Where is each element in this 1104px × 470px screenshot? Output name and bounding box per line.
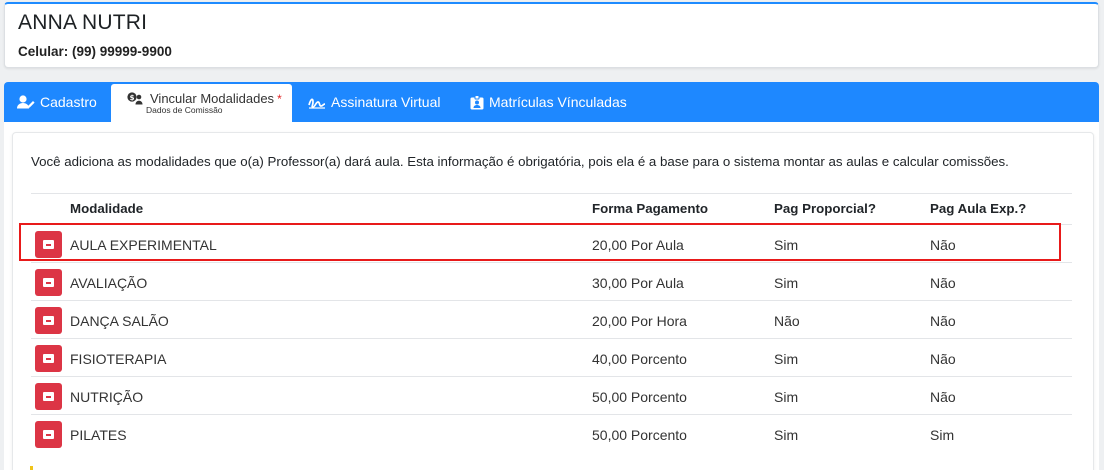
remove-button[interactable] [35, 307, 62, 334]
cell-forma-pagamento: 40,00 Porcento [592, 351, 687, 367]
table-row: AULA EXPERIMENTAL 20,00 Por Aula Sim Não [31, 224, 1072, 262]
header-forma-pagamento: Forma Pagamento [592, 201, 709, 216]
cell-pag-aula-exp: Não [930, 389, 956, 405]
cell-pag-proporcial: Sim [774, 427, 799, 443]
cell-modalidade: DANÇA SALÃO [70, 313, 169, 329]
tab-content-panel: Você adiciona as modalidades que o(a) Pr… [4, 122, 1099, 470]
cell-pag-proporcial: Sim [774, 275, 799, 291]
info-text: Você adiciona as modalidades que o(a) Pr… [31, 154, 1009, 169]
cell-pag-aula-exp: Não [930, 237, 956, 253]
remove-icon [43, 430, 54, 439]
header-pag-aula-exp: Pag Aula Exp.? [930, 201, 1027, 216]
table-row: FISIOTERAPIA 40,00 Porcento Sim Não [31, 338, 1072, 376]
cell-modalidade: AVALIAÇÃO [70, 275, 148, 291]
id-badge-icon [470, 94, 484, 109]
remove-button[interactable] [35, 421, 62, 448]
header-modalidade: Modalidade [70, 201, 144, 216]
cell-pag-aula-exp: Não [930, 351, 956, 367]
profile-card: ANNA NUTRI Celular: (99) 99999-9900 [4, 2, 1099, 68]
table-row: AVALIAÇÃO 30,00 Por Aula Sim Não [31, 262, 1072, 300]
profile-name: ANNA NUTRI [18, 11, 148, 34]
table-row: PILATES 50,00 Porcento Sim Sim [31, 414, 1072, 452]
remove-button[interactable] [35, 345, 62, 372]
tab-label: Assinatura Virtual [331, 94, 441, 110]
tab-matriculas-vinculadas[interactable]: Matrículas Vínculadas [470, 82, 627, 122]
tab-vincular-modalidades[interactable]: $ Vincular Modalidades * Dados de Comiss… [111, 84, 292, 122]
cell-pag-aula-exp: Não [930, 313, 956, 329]
tab-label: Vincular Modalidades [150, 91, 275, 106]
divider [31, 193, 1072, 194]
tab-bar: Cadastro $ Vincular Modalidades * Dados … [4, 82, 1099, 122]
cell-forma-pagamento: 30,00 Por Aula [592, 275, 684, 291]
remove-icon [43, 278, 54, 287]
cell-pag-proporcial: Sim [774, 237, 799, 253]
tab-label: Matrículas Vínculadas [489, 94, 627, 110]
cell-modalidade: AULA EXPERIMENTAL [70, 237, 217, 253]
profile-phone: Celular: (99) 99999-9900 [18, 44, 172, 59]
user-edit-icon [17, 95, 35, 109]
modalidades-card: Você adiciona as modalidades que o(a) Pr… [12, 132, 1094, 470]
cell-pag-proporcial: Sim [774, 351, 799, 367]
cell-pag-proporcial: Não [774, 313, 800, 329]
cell-forma-pagamento: 50,00 Porcento [592, 427, 687, 443]
remove-icon [43, 316, 54, 325]
cell-forma-pagamento: 20,00 Por Aula [592, 237, 684, 253]
remove-button[interactable] [35, 231, 62, 258]
header-pag-proporcial: Pag Proporcial? [774, 201, 876, 216]
remove-icon [43, 392, 54, 401]
cell-pag-aula-exp: Sim [930, 427, 955, 443]
cell-modalidade: NUTRIÇÃO [70, 389, 144, 405]
svg-text:$: $ [130, 94, 135, 102]
tab-cadastro[interactable]: Cadastro [17, 82, 97, 122]
table-row: DANÇA SALÃO 20,00 Por Hora Não Não [31, 300, 1072, 338]
table-row: NUTRIÇÃO 50,00 Porcento Sim Não [31, 376, 1072, 414]
required-asterisk: * [277, 91, 282, 106]
cell-modalidade: FISIOTERAPIA [70, 351, 167, 367]
cell-forma-pagamento: 50,00 Porcento [592, 389, 687, 405]
remove-icon [43, 240, 54, 249]
tab-sublabel: Dados de Comissão [146, 105, 223, 115]
cell-modalidade: PILATES [70, 427, 127, 443]
cell-forma-pagamento: 20,00 Por Hora [592, 313, 687, 329]
warning-stripe [30, 466, 33, 470]
remove-button[interactable] [35, 269, 62, 296]
remove-icon [43, 354, 54, 363]
tab-label: Cadastro [40, 94, 97, 110]
signature-icon [308, 98, 326, 109]
money-users-icon: $ [127, 92, 143, 105]
cell-pag-aula-exp: Não [930, 275, 956, 291]
remove-button[interactable] [35, 383, 62, 410]
cell-pag-proporcial: Sim [774, 389, 799, 405]
tab-assinatura-virtual[interactable]: Assinatura Virtual [308, 82, 440, 122]
